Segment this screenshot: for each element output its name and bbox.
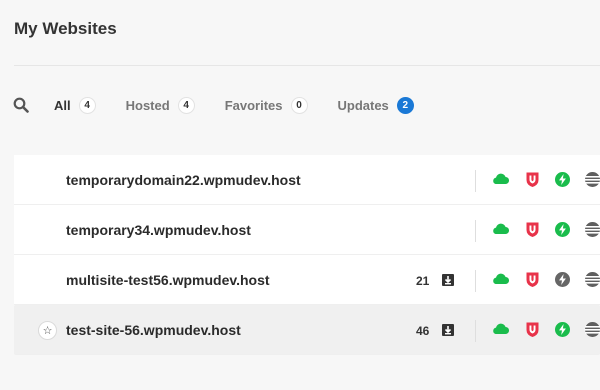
cloud-icon[interactable] [491, 271, 510, 288]
site-row[interactable]: temporary34.wpmudev.host [14, 205, 600, 255]
server-icon[interactable] [584, 271, 600, 288]
divider [475, 170, 476, 192]
shield-icon[interactable] [524, 171, 541, 188]
divider [475, 220, 476, 242]
search-icon[interactable] [12, 96, 30, 114]
tab-count-badge: 0 [290, 96, 308, 114]
lightning-icon[interactable] [554, 271, 571, 288]
star-icon[interactable]: ☆ [38, 321, 57, 340]
site-list: temporarydomain22.wpmudev.host temporary… [14, 155, 600, 355]
site-row[interactable]: ☆ test-site-56.wpmudev.host 46 [14, 305, 600, 355]
shield-icon[interactable] [524, 271, 541, 288]
filter-bar: All 4 Hosted 4 Favorites 0 Updates 2 [12, 94, 444, 116]
server-icon[interactable] [584, 221, 600, 238]
site-name[interactable]: temporarydomain22.wpmudev.host [66, 172, 301, 188]
cloud-icon[interactable] [491, 221, 510, 238]
site-name[interactable]: test-site-56.wpmudev.host [66, 322, 241, 338]
tab-favorites[interactable]: Favorites 0 [224, 96, 308, 114]
server-icon[interactable] [584, 171, 600, 188]
site-name[interactable]: temporary34.wpmudev.host [66, 222, 251, 238]
header-divider [14, 65, 600, 66]
download-icon[interactable] [441, 323, 455, 337]
tab-label: Hosted [125, 97, 170, 113]
update-count: 21 [416, 274, 430, 288]
tab-count-badge: 2 [396, 96, 414, 114]
tab-label: All [54, 97, 71, 113]
page-title: My Websites [14, 19, 117, 38]
tab-count-badge: 4 [177, 96, 195, 114]
tab-label: Updates [337, 97, 389, 113]
tab-hosted[interactable]: Hosted 4 [125, 96, 195, 114]
divider [475, 270, 476, 292]
site-row[interactable]: multisite-test56.wpmudev.host 21 [14, 255, 600, 305]
tab-count-badge: 4 [78, 96, 96, 114]
lightning-icon[interactable] [554, 321, 571, 338]
lightning-icon[interactable] [554, 221, 571, 238]
lightning-icon[interactable] [554, 171, 571, 188]
download-icon[interactable] [441, 273, 455, 287]
tab-all[interactable]: All 4 [54, 96, 96, 114]
cloud-icon[interactable] [491, 321, 510, 338]
tab-updates[interactable]: Updates 2 [337, 96, 414, 114]
divider [475, 320, 476, 342]
cloud-icon[interactable] [491, 171, 510, 188]
shield-icon[interactable] [524, 321, 541, 338]
tab-label: Favorites [224, 97, 283, 113]
site-row[interactable]: temporarydomain22.wpmudev.host [14, 155, 600, 205]
site-name[interactable]: multisite-test56.wpmudev.host [66, 272, 270, 288]
shield-icon[interactable] [524, 221, 541, 238]
server-icon[interactable] [584, 321, 600, 338]
update-count: 46 [416, 324, 430, 338]
